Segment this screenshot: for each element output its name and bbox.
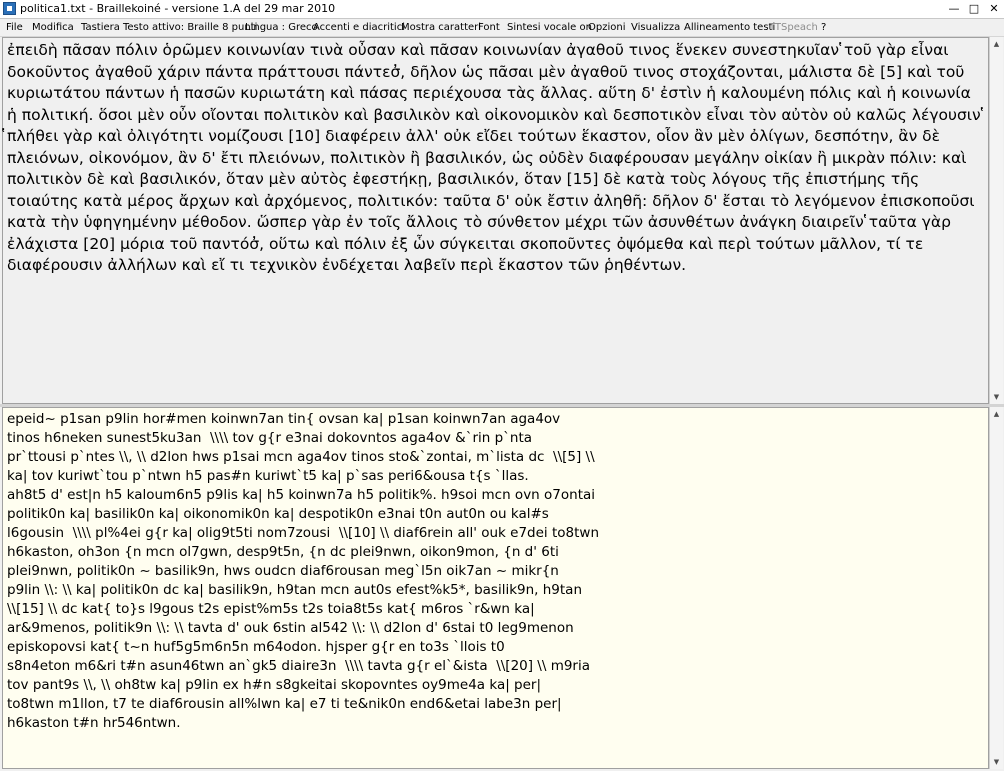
app-window: politica1.txt - Braillekoiné - versione … xyxy=(0,0,1004,771)
greek-text-content[interactable]: ἐπειδὴ πᾶσαν πόλιν ὁρῶμεν κοινωνίαν τινὰ… xyxy=(7,40,985,277)
greek-pane-scrollbar[interactable]: ▲ ▼ xyxy=(989,37,1003,404)
menu-modifica[interactable]: Modifica xyxy=(32,20,74,35)
menu-mostra-caratteri[interactable]: Mostra caratteri xyxy=(401,20,481,35)
menu-opzioni[interactable]: Opzioni xyxy=(588,20,625,35)
menu-font[interactable]: Font xyxy=(478,20,500,35)
menu-bar: File Modifica Tastiera Testo attivo: Bra… xyxy=(0,19,1004,37)
menu-ttspeach[interactable]: TTSpeach xyxy=(769,20,818,35)
menu-lingua[interactable]: Lingua : Greco xyxy=(245,20,318,35)
menu-file[interactable]: File xyxy=(6,20,23,35)
braille-pane-scrollbar[interactable]: ▲ ▼ xyxy=(989,407,1003,769)
braille-text-content[interactable]: epeid~ p1san p9lin hor#men koinwn7an tin… xyxy=(7,410,985,733)
menu-visualizza[interactable]: Visualizza xyxy=(631,20,680,35)
menu-sintesi-vocale[interactable]: Sintesi vocale on xyxy=(507,20,592,35)
title-bar[interactable]: politica1.txt - Braillekoiné - versione … xyxy=(0,0,1004,19)
scroll-down-arrow-icon[interactable]: ▼ xyxy=(990,390,1003,404)
app-icon[interactable] xyxy=(3,2,16,15)
menu-testo-attivo[interactable]: Testo attivo: Braille 8 punti xyxy=(123,20,257,35)
menu-accenti[interactable]: Accenti e diacritici xyxy=(313,20,405,35)
braille-text-pane[interactable]: epeid~ p1san p9lin hor#men koinwn7an tin… xyxy=(2,407,989,769)
window-title: politica1.txt - Braillekoiné - versione … xyxy=(20,2,336,15)
menu-help[interactable]: ? xyxy=(821,20,826,35)
minimize-button[interactable]: — xyxy=(944,0,964,17)
menu-allineamento-testi[interactable]: Allineamento testi xyxy=(684,20,775,35)
menu-tastiera[interactable]: Tastiera xyxy=(81,20,120,35)
greek-text-pane[interactable]: ἐπειδὴ πᾶσαν πόλιν ὁρῶμεν κοινωνίαν τινὰ… xyxy=(2,37,989,404)
close-button[interactable]: ✕ xyxy=(984,0,1004,17)
scroll-up-arrow-icon[interactable]: ▲ xyxy=(990,407,1003,421)
maximize-button[interactable]: □ xyxy=(964,0,984,17)
scroll-down-arrow-icon[interactable]: ▼ xyxy=(990,755,1003,769)
scroll-up-arrow-icon[interactable]: ▲ xyxy=(990,37,1003,51)
